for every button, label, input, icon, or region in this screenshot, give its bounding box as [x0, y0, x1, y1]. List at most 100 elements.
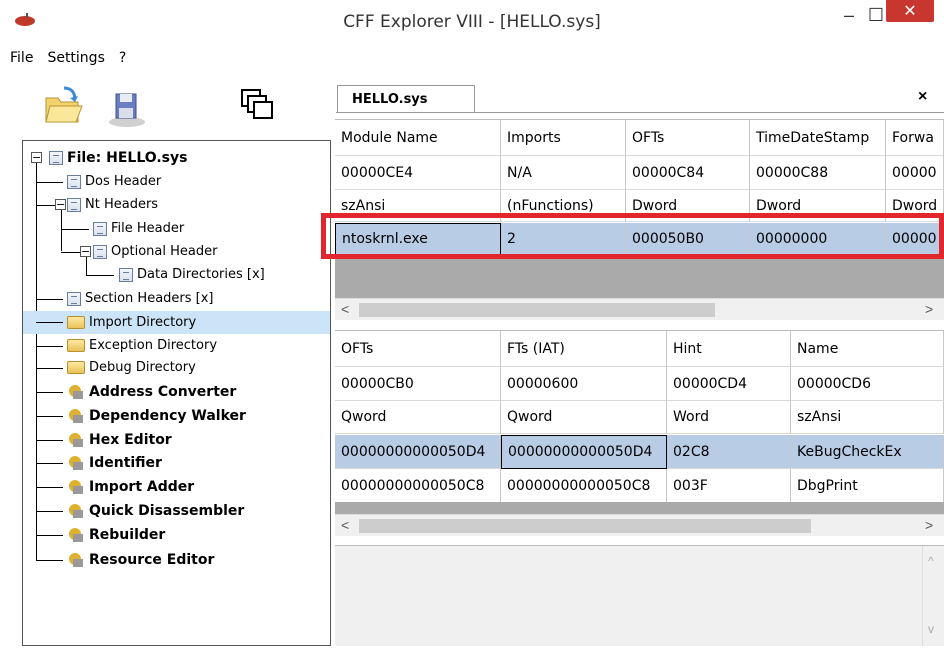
- close-button[interactable]: ✕: [886, 0, 934, 22]
- table-cell: 00000CD6: [791, 367, 944, 401]
- tool-icon: [69, 552, 83, 567]
- table-row[interactable]: 00000000000050C8 00000000000050C8 003F D…: [335, 469, 944, 503]
- scroll-left-button[interactable]: <: [341, 301, 349, 317]
- menu-help[interactable]: ?: [119, 50, 126, 72]
- tree-item-dos-header[interactable]: Dos Header: [67, 170, 161, 193]
- tool-icon: [69, 503, 83, 518]
- table-cell: 00000: [886, 156, 944, 190]
- details-vertical-scrollbar[interactable]: ^ v: [922, 546, 944, 646]
- table-cell: 003F: [667, 469, 791, 503]
- table-row-selected[interactable]: 00000000000050D4 00000000000050D4 02C8 K…: [335, 435, 944, 469]
- tool-icon: [69, 384, 83, 399]
- highlight-annotation: [321, 213, 944, 259]
- details-pane: ^ v: [335, 545, 944, 646]
- tool-icon: [69, 455, 83, 470]
- scroll-right-button[interactable]: >: [925, 517, 933, 533]
- tree-item-resource-editor[interactable]: Resource Editor: [67, 548, 214, 571]
- table-header-row: Module Name Imports OFTs TimeDateStamp F…: [335, 120, 944, 156]
- table-cell: 00000000000050D4: [501, 435, 667, 469]
- folder-icon: [67, 361, 85, 374]
- table-cell: 00000000000050D4: [335, 435, 501, 469]
- table-cell: Qword: [335, 401, 501, 434]
- title-bar: CFF Explorer VIII - [HELLO.sys] – ☐ ✕: [0, 0, 944, 47]
- table-cell: N/A: [501, 156, 626, 190]
- optional-header-collapse-toggle[interactable]: −: [80, 246, 91, 257]
- tree-item-exception-directory[interactable]: Exception Directory: [67, 334, 217, 357]
- column-header[interactable]: Forwa: [886, 120, 944, 156]
- tree-item-dependency-walker[interactable]: Dependency Walker: [67, 404, 246, 427]
- table-header-row: OFTs FTs (IAT) Hint Name: [335, 331, 944, 367]
- table-empty-area: [335, 256, 944, 298]
- column-header[interactable]: OFTs: [335, 331, 501, 367]
- tool-icon: [69, 527, 83, 542]
- modules-horizontal-scrollbar[interactable]: < >: [335, 298, 944, 320]
- tree-item-debug-directory[interactable]: Debug Directory: [67, 356, 196, 379]
- tool-icon: [69, 432, 83, 447]
- document-icon: [93, 221, 107, 236]
- save-file-icon[interactable]: [104, 84, 150, 130]
- scroll-left-button[interactable]: <: [341, 517, 349, 533]
- table-cell: KeBugCheckEx: [791, 435, 944, 469]
- table-cell: 00000CE4: [335, 156, 501, 190]
- table-cell: 00000C88: [750, 156, 886, 190]
- tree-item-optional-header[interactable]: Optional Header: [93, 240, 217, 263]
- menu-file[interactable]: File: [10, 50, 33, 72]
- window-title: CFF Explorer VIII - [HELLO.sys]: [343, 12, 601, 32]
- tree-item-quick-disassembler[interactable]: Quick Disassembler: [67, 499, 244, 522]
- table-row[interactable]: 00000CB0 00000600 00000CD4 00000CD6: [335, 367, 944, 401]
- tool-icon: [69, 408, 83, 423]
- document-icon: [67, 291, 81, 306]
- table-cell: 00000CD4: [667, 367, 791, 401]
- root-collapse-toggle[interactable]: −: [31, 152, 42, 163]
- column-header[interactable]: Name: [791, 331, 944, 367]
- column-header[interactable]: TimeDateStamp: [750, 120, 886, 156]
- functions-table: OFTs FTs (IAT) Hint Name 00000CB0 000006…: [335, 330, 944, 503]
- explorer-tree: − File: HELLO.sys Dos Header − Nt Header…: [22, 140, 331, 646]
- document-icon: [93, 244, 107, 259]
- table-cell: 00000C84: [626, 156, 750, 190]
- tree-item-import-directory[interactable]: Import Directory: [23, 311, 330, 334]
- table-cell: Qword: [501, 401, 667, 434]
- tree-item-identifier[interactable]: Identifier: [67, 451, 162, 474]
- column-header[interactable]: FTs (IAT): [501, 331, 667, 367]
- column-header[interactable]: Hint: [667, 331, 791, 367]
- column-header[interactable]: Module Name: [335, 120, 501, 156]
- tab-hello-sys[interactable]: HELLO.sys: [337, 85, 475, 113]
- folder-icon: [67, 339, 85, 352]
- table-empty-area: [335, 502, 944, 514]
- table-cell: Word: [667, 401, 791, 434]
- table-row[interactable]: 00000CE4 N/A 00000C84 00000C88 00000: [335, 156, 944, 190]
- tree-item-rebuilder[interactable]: Rebuilder: [67, 523, 165, 546]
- column-header[interactable]: Imports: [501, 120, 626, 156]
- tree-item-data-directories[interactable]: Data Directories [x]: [119, 263, 265, 286]
- open-file-icon[interactable]: [40, 84, 86, 130]
- maximize-button[interactable]: ☐: [866, 0, 886, 30]
- tree-item-address-converter[interactable]: Address Converter: [67, 380, 236, 403]
- scroll-thumb[interactable]: [359, 519, 811, 533]
- scroll-up-button[interactable]: ^: [928, 554, 934, 568]
- document-icon: [67, 174, 81, 189]
- scroll-down-button[interactable]: v: [928, 622, 934, 636]
- tree-item-hex-editor[interactable]: Hex Editor: [67, 428, 172, 451]
- tab-close-button[interactable]: ×: [918, 88, 927, 106]
- document-icon: [119, 267, 133, 282]
- column-header[interactable]: OFTs: [626, 120, 750, 156]
- scroll-right-button[interactable]: >: [925, 301, 933, 317]
- table-cell: szAnsi: [791, 401, 944, 434]
- table-row[interactable]: Qword Qword Word szAnsi: [335, 401, 944, 434]
- tree-item-file-header[interactable]: File Header: [93, 217, 184, 240]
- menu-settings[interactable]: Settings: [47, 50, 104, 72]
- minimize-button[interactable]: –: [832, 0, 866, 30]
- document-icon: [67, 197, 81, 212]
- tree-item-nt-headers[interactable]: Nt Headers: [67, 193, 158, 216]
- tool-icon: [69, 479, 83, 494]
- scroll-thumb[interactable]: [359, 303, 715, 317]
- tree-item-import-adder[interactable]: Import Adder: [67, 475, 194, 498]
- table-cell: 00000600: [501, 367, 667, 401]
- tab-divider: [336, 112, 944, 113]
- tree-root[interactable]: File: HELLO.sys: [49, 146, 187, 169]
- functions-horizontal-scrollbar[interactable]: < >: [335, 514, 944, 536]
- tree-item-section-headers[interactable]: Section Headers [x]: [67, 287, 214, 310]
- nt-headers-collapse-toggle[interactable]: −: [55, 199, 66, 210]
- windows-icon[interactable]: [234, 84, 280, 130]
